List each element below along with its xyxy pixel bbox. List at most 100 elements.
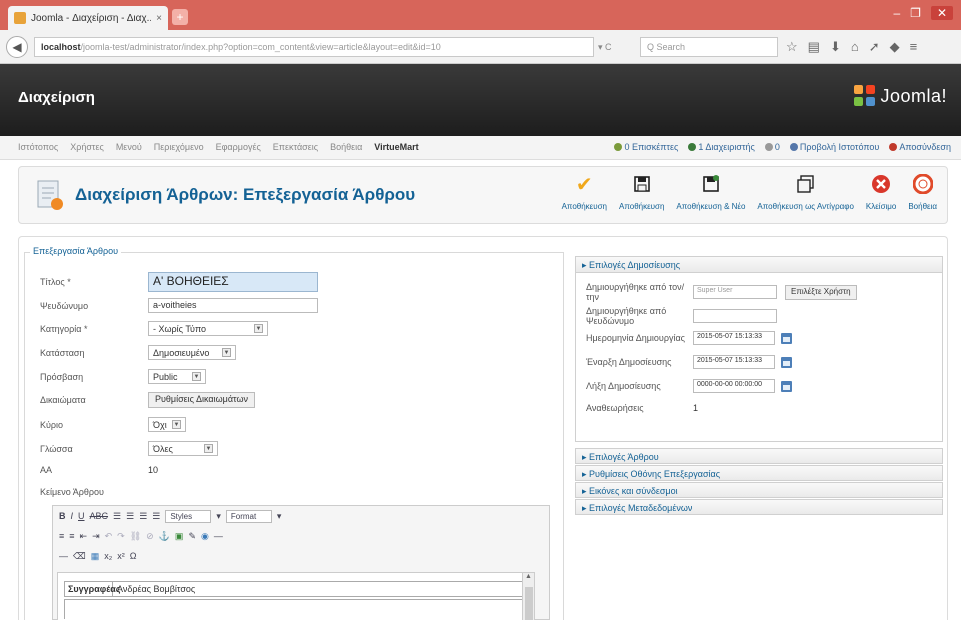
permissions-button[interactable]: Ρυθμίσεις Δικαιωμάτων <box>148 392 255 408</box>
save-button[interactable]: ✔ Αποθήκευση <box>558 171 611 212</box>
cleanup-icon[interactable]: ✎ <box>188 531 196 542</box>
accordion-edit-screen-options[interactable]: ▸ Ρυθμίσεις Οθόνης Επεξεργασίας <box>575 465 943 481</box>
language-select[interactable]: Όλες ▼ <box>148 441 218 456</box>
back-arrow-icon[interactable]: ◀ <box>6 36 28 58</box>
language-row: Γλώσσα Όλες ▼ <box>40 441 218 456</box>
reload-icon[interactable]: ▾ C <box>598 42 612 53</box>
calendar-icon[interactable] <box>781 332 792 344</box>
menu-icon[interactable]: ≡ <box>910 39 918 55</box>
close-window-button[interactable]: ✕ <box>930 6 953 20</box>
align-justify-icon[interactable]: ☰ <box>152 511 160 522</box>
italic-button[interactable]: I <box>71 511 74 521</box>
view-site-link[interactable]: Προβολή Ιστοτόπου <box>789 142 879 152</box>
admins-status[interactable]: 1 Διαχειριστής <box>688 142 755 152</box>
accordion-metadata-options[interactable]: ▸ Επιλογές Μεταδεδομένων <box>575 499 943 515</box>
help-button[interactable]: Βοήθεια <box>904 171 941 211</box>
admin-main-menu: Ιστότοπος Χρήστες Μενού Περιεχόμενο Εφαρ… <box>18 142 419 152</box>
menu-item-users[interactable]: Χρήστες <box>70 142 104 152</box>
menu-item-components[interactable]: Εφαρμογές <box>216 142 261 152</box>
id-row: ΑΑ 10 <box>40 465 158 475</box>
special-char-icon[interactable]: Ω <box>130 551 137 561</box>
save-copy-icon <box>793 171 819 197</box>
bullet-list-icon[interactable]: ≡ <box>59 531 64 541</box>
minimize-button[interactable]: – <box>893 6 900 20</box>
table-icon[interactable]: ▦ <box>91 551 100 562</box>
save-close-button[interactable]: Αποθήκευση <box>615 171 668 211</box>
scroll-up-icon[interactable]: ▲ <box>523 573 534 580</box>
styles-dropdown[interactable]: Styles <box>165 509 212 523</box>
bookmark-star-icon[interactable]: ☆ <box>786 39 798 55</box>
select-user-button[interactable]: Επιλέξτε Χρήστη <box>785 284 857 300</box>
home-icon[interactable]: ⌂ <box>851 39 859 55</box>
redo-icon[interactable]: ↷ <box>117 531 125 542</box>
maximize-button[interactable]: ❐ <box>910 6 921 20</box>
category-select[interactable]: - Χωρίς Τύπο ▼ <box>148 321 268 336</box>
menu-item-site[interactable]: Ιστότοπος <box>18 142 58 152</box>
html-source-icon[interactable]: ◉ <box>201 531 209 542</box>
calendar-icon[interactable] <box>781 380 792 392</box>
editor-content-area[interactable]: Συγγραφέας Ανδρέας Βομβίτσος ▲ <box>57 572 535 620</box>
tab-close-icon[interactable]: × <box>156 13 162 24</box>
save-new-button[interactable]: Αποθήκευση & Νέο <box>672 171 749 211</box>
undo-icon[interactable]: ↶ <box>105 531 113 542</box>
menu-item-menus[interactable]: Μενού <box>116 142 142 152</box>
language-selected: Όλες <box>153 443 173 454</box>
menu-item-virtuemart[interactable]: VirtueMart <box>374 142 418 152</box>
visitors-status[interactable]: 0 Επισκέπτες <box>614 142 678 152</box>
new-tab-button[interactable]: + <box>172 9 188 25</box>
browser-tab[interactable]: Joomla - Διαχείριση - Διαχ... × <box>8 6 168 30</box>
save-as-copy-button[interactable]: Αποθήκευση ως Αντίγραφο <box>753 171 857 211</box>
status-select[interactable]: Δημοσιευμένο ▼ <box>148 345 236 360</box>
format-dropdown[interactable]: Format <box>225 509 272 523</box>
messages-status[interactable]: 0 <box>764 142 780 152</box>
bold-button[interactable]: B <box>59 511 66 521</box>
download-icon[interactable]: ⬇ <box>830 39 841 55</box>
unlink-icon[interactable]: ⊘ <box>146 531 154 542</box>
created-alias-input[interactable] <box>693 309 777 323</box>
outdent-icon[interactable]: ⇤ <box>80 531 88 542</box>
address-bar[interactable]: localhost/joomla-test/administrator/inde… <box>34 37 594 57</box>
featured-label: Κύριο <box>40 419 64 430</box>
title-input[interactable]: Α' ΒΟΗΘΕΙΕΣ <box>148 272 318 292</box>
align-right-icon[interactable]: ☰ <box>139 511 147 522</box>
hr-icon[interactable]: — <box>59 551 68 561</box>
browser-search-input[interactable]: Q Search <box>640 37 778 57</box>
logout-link[interactable]: Αποσύνδεση <box>889 142 951 152</box>
alias-input[interactable]: a-voitheies <box>148 298 318 313</box>
align-center-icon[interactable]: ☰ <box>126 511 134 522</box>
accordion-images-links[interactable]: ▸ Εικόνες και σύνδεσμοι <box>575 482 943 498</box>
horizontal-rule-icon[interactable]: — <box>214 531 223 541</box>
remove-format-icon[interactable]: ⌫ <box>73 551 86 562</box>
image-icon[interactable]: ▣ <box>175 531 184 542</box>
underline-button[interactable]: U <box>78 511 85 521</box>
start-publish-input[interactable]: 2015-05-07 15:13:33 <box>693 355 775 369</box>
menu-item-content[interactable]: Περιεχόμενο <box>154 142 204 152</box>
publishing-options-header[interactable]: ▸ Επιλογές Δημοσίευσης <box>576 257 942 273</box>
featured-select[interactable]: Όχι ▼ <box>148 417 186 432</box>
reading-list-icon[interactable]: ▤ <box>808 39 820 55</box>
category-label: Κατηγορία * <box>40 323 88 334</box>
strikethrough-button[interactable]: ABC <box>90 511 109 521</box>
superscript-icon[interactable]: x² <box>117 551 125 561</box>
logout-icon <box>889 143 898 151</box>
created-date-row: Ημερομηνία Δημιουργίας 2015-05-07 15:13:… <box>586 331 792 345</box>
anchor-icon[interactable]: ⚓ <box>159 531 170 542</box>
indent-icon[interactable]: ⇥ <box>92 531 100 542</box>
calendar-icon[interactable] <box>781 356 792 368</box>
subscript-icon[interactable]: x₂ <box>104 551 112 561</box>
close-button[interactable]: Κλείσιμο <box>862 171 900 211</box>
access-select[interactable]: Public ▼ <box>148 369 206 384</box>
menu-item-help[interactable]: Βοήθεια <box>330 142 362 152</box>
scroll-thumb[interactable] <box>525 587 533 620</box>
menu-item-extensions[interactable]: Επεκτάσεις <box>273 142 318 152</box>
align-left-icon[interactable]: ☰ <box>113 511 121 522</box>
pocket-icon[interactable]: ◆ <box>890 39 900 55</box>
created-by-input[interactable]: Super User <box>693 285 777 299</box>
link-icon[interactable]: ⛓ <box>130 531 141 542</box>
editor-scrollbar[interactable]: ▲ <box>522 573 534 620</box>
finish-publish-input[interactable]: 0000-00-00 00:00:00 <box>693 379 775 393</box>
accordion-article-options[interactable]: ▸ Επιλογές Άρθρου <box>575 448 943 464</box>
numbered-list-icon[interactable]: ≡ <box>69 531 74 541</box>
share-icon[interactable]: ➚ <box>869 39 880 55</box>
created-date-input[interactable]: 2015-05-07 15:13:33 <box>693 331 775 345</box>
